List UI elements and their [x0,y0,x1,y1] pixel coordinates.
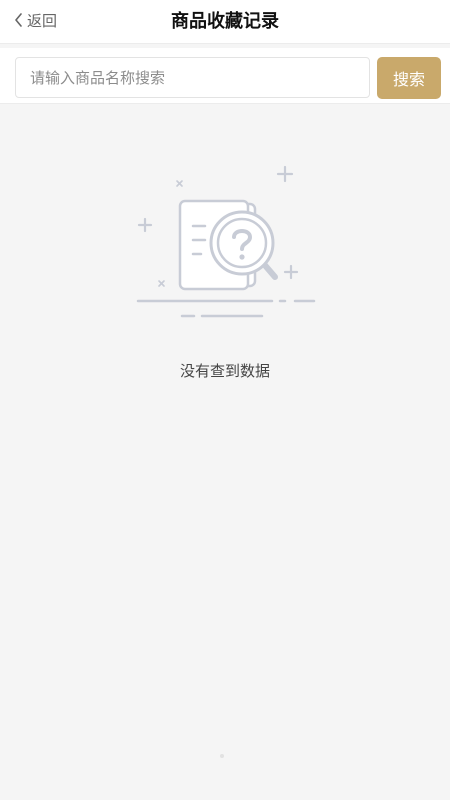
page-title: 商品收藏记录 [171,11,279,32]
search-bar: 搜索 [0,48,450,104]
search-button[interactable]: 搜索 [377,57,441,99]
top-nav-bar: 返回 商品收藏记录 [0,0,450,44]
home-indicator [220,754,224,758]
document-search-icon [136,165,316,318]
empty-message: 没有查到数据 [179,362,270,380]
search-input[interactable] [15,57,370,98]
